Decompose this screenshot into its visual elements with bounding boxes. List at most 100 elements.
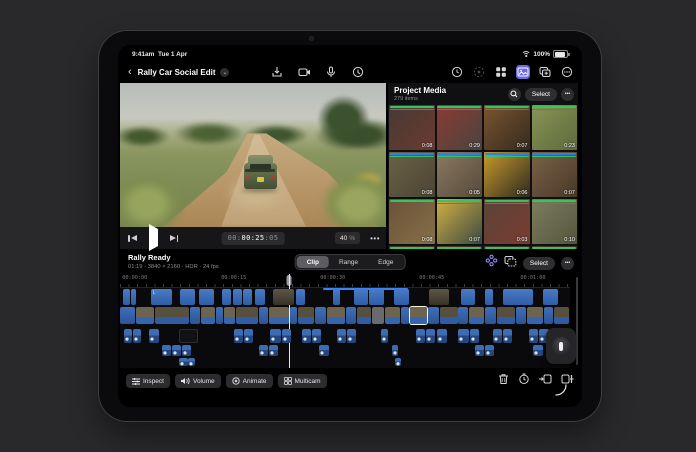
render-status-icon[interactable] xyxy=(472,65,486,79)
timeline-clip[interactable] xyxy=(401,307,409,324)
timeline-clip[interactable]: L xyxy=(151,289,173,305)
timeline-clip[interactable] xyxy=(224,307,236,324)
timeline-clip[interactable] xyxy=(337,329,346,343)
camera-icon[interactable] xyxy=(297,65,311,79)
play-button[interactable] xyxy=(147,229,160,247)
timeline-clip[interactable] xyxy=(269,345,278,356)
timeline-clip[interactable] xyxy=(133,329,141,343)
jog-wheel-dial[interactable] xyxy=(552,337,570,355)
timeline-clip[interactable] xyxy=(296,289,306,305)
media-thumbnail[interactable] xyxy=(532,246,578,249)
media-thumbnail[interactable]: 0:07 xyxy=(437,199,483,244)
timeline-clip[interactable] xyxy=(259,307,269,324)
timeline-clip[interactable] xyxy=(233,289,242,305)
retime-icon[interactable] xyxy=(518,372,530,390)
timeline-clip[interactable] xyxy=(149,329,159,343)
timeline-select-button[interactable]: Select xyxy=(523,257,555,270)
timeline-clip[interactable] xyxy=(120,307,135,324)
import-icon[interactable] xyxy=(270,65,284,79)
tab-edge[interactable]: Edge xyxy=(368,256,403,268)
timeline-clip[interactable] xyxy=(533,345,543,356)
timeline-clip[interactable] xyxy=(243,289,252,305)
timeline-clip[interactable] xyxy=(354,289,368,305)
timeline-clip[interactable] xyxy=(180,289,194,305)
timeline-clip[interactable] xyxy=(440,307,458,324)
timeline-clip[interactable] xyxy=(470,329,479,343)
sync-icon[interactable] xyxy=(485,254,498,272)
animate-button[interactable]: Animate xyxy=(226,374,273,388)
timeline-clip[interactable] xyxy=(428,307,439,324)
media-thumbnail[interactable]: 0:29 xyxy=(437,105,483,150)
duplicate-icon[interactable] xyxy=(504,254,517,272)
timeline-clip[interactable] xyxy=(426,329,435,343)
mic-icon[interactable] xyxy=(324,65,338,79)
timeline-clip[interactable] xyxy=(327,307,345,324)
timeline-clip[interactable] xyxy=(385,307,400,324)
add-media-icon[interactable] xyxy=(538,65,552,79)
timeline-clip[interactable] xyxy=(516,307,526,324)
media-thumbnail[interactable]: 0:23 xyxy=(532,105,578,150)
media-select-button[interactable]: Select xyxy=(525,88,557,101)
timeline-clip[interactable] xyxy=(347,329,356,343)
timeline-clip[interactable] xyxy=(131,289,136,305)
back-icon[interactable]: ‹ xyxy=(128,67,132,77)
media-more-icon[interactable]: ••• xyxy=(561,88,574,101)
timeline-clip[interactable] xyxy=(458,329,469,343)
timeline-clip[interactable] xyxy=(273,289,294,305)
timeline-clip[interactable] xyxy=(544,307,553,324)
timeline-more-icon[interactable]: ••• xyxy=(561,257,574,270)
timeline-clip[interactable] xyxy=(469,307,484,324)
record-icon[interactable] xyxy=(351,65,365,79)
timeline-clip[interactable] xyxy=(190,307,200,324)
timeline-clip[interactable] xyxy=(485,289,493,305)
timeline-clip[interactable] xyxy=(381,329,388,343)
timeline-clip[interactable] xyxy=(369,289,383,305)
timeline-clip[interactable] xyxy=(527,307,543,324)
media-thumbnail[interactable] xyxy=(484,246,530,249)
timeline-clip[interactable] xyxy=(312,329,321,343)
timeline-clip[interactable] xyxy=(179,358,188,366)
timeline-clip[interactable] xyxy=(270,329,281,343)
timeline-clip[interactable] xyxy=(346,307,356,324)
multicam-button[interactable]: Multicam xyxy=(278,374,327,388)
media-thumbnail[interactable]: 0:10 xyxy=(532,199,578,244)
timeline-clip[interactable] xyxy=(410,307,427,324)
timeline-clip[interactable] xyxy=(298,307,314,324)
timeline-clip[interactable] xyxy=(429,289,450,305)
timeline-clip[interactable] xyxy=(290,307,297,324)
media-thumbnail[interactable]: 0:07 xyxy=(532,152,578,197)
timeline-clip[interactable] xyxy=(543,289,558,305)
timeline-clip[interactable] xyxy=(179,329,199,343)
timecode-display[interactable]: 00:00:25:05 xyxy=(222,232,285,245)
media-thumbnail[interactable]: 0:05 xyxy=(437,152,483,197)
timeline-clip[interactable] xyxy=(458,307,468,324)
timeline-clip[interactable] xyxy=(222,289,231,305)
media-thumbnail[interactable]: 0:08 xyxy=(389,105,435,150)
timeline-clip[interactable] xyxy=(123,289,130,305)
timeline-ruler[interactable]: 00:00:0000:00:1500:00:3000:00:4500:01:00 xyxy=(120,274,570,288)
tab-range[interactable]: Range xyxy=(329,256,368,268)
timeline-clip[interactable] xyxy=(437,329,447,343)
timeline-clip[interactable] xyxy=(529,329,538,343)
timeline-clip[interactable] xyxy=(315,307,326,324)
media-thumbnail[interactable]: 0:06 xyxy=(484,152,530,197)
more-icon[interactable] xyxy=(560,65,574,79)
search-icon[interactable] xyxy=(508,88,521,101)
timeline-clip[interactable] xyxy=(188,358,194,366)
timeline-clip[interactable] xyxy=(162,345,171,356)
timeline-clip[interactable] xyxy=(269,307,289,324)
timeline-clip[interactable] xyxy=(372,307,384,324)
timeline-clip[interactable] xyxy=(255,289,265,305)
media-thumbnail[interactable] xyxy=(437,246,483,249)
inspect-button[interactable]: Inspect xyxy=(126,374,170,388)
media-thumbnail[interactable] xyxy=(389,246,435,249)
timeline-clip[interactable] xyxy=(124,329,132,343)
timeline-clip[interactable] xyxy=(155,307,189,324)
tab-clip[interactable]: Clip xyxy=(297,256,329,268)
timeline-clip[interactable] xyxy=(136,307,154,324)
timeline-tracks[interactable]: L xyxy=(120,288,570,368)
timeline-clip[interactable] xyxy=(485,307,496,324)
title-chevron-down-icon[interactable]: ⌄ xyxy=(220,68,229,77)
timeline-clip[interactable] xyxy=(493,329,502,343)
timeline-clip[interactable] xyxy=(236,307,258,324)
